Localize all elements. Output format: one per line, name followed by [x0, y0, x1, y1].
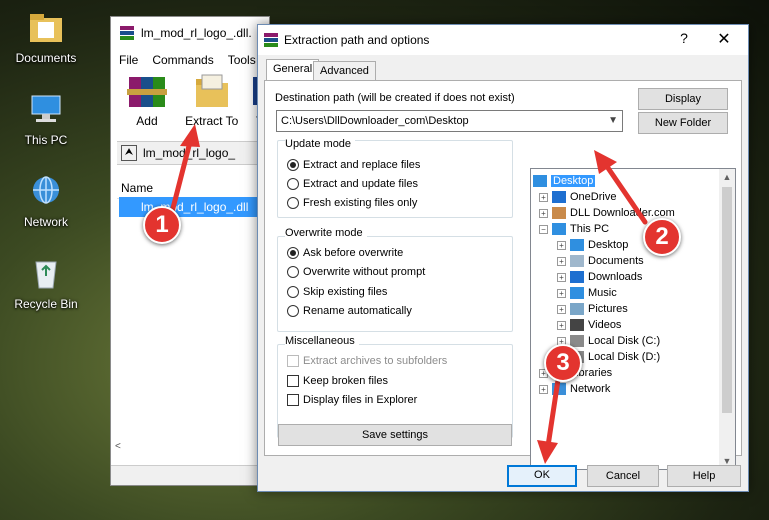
- arrow-1-line: [169, 139, 193, 215]
- arrow-2-line: [603, 162, 648, 225]
- arrow-3-line: [545, 377, 561, 449]
- annotation-arrows: [169, 124, 648, 464]
- arrow-1-head: [180, 124, 200, 147]
- step-3-badge: 3: [544, 344, 582, 382]
- step-2-badge: 2: [643, 218, 681, 256]
- step-1-badge: 1: [143, 206, 181, 244]
- arrow-3-head: [537, 440, 558, 464]
- arrow-2-head: [594, 150, 617, 174]
